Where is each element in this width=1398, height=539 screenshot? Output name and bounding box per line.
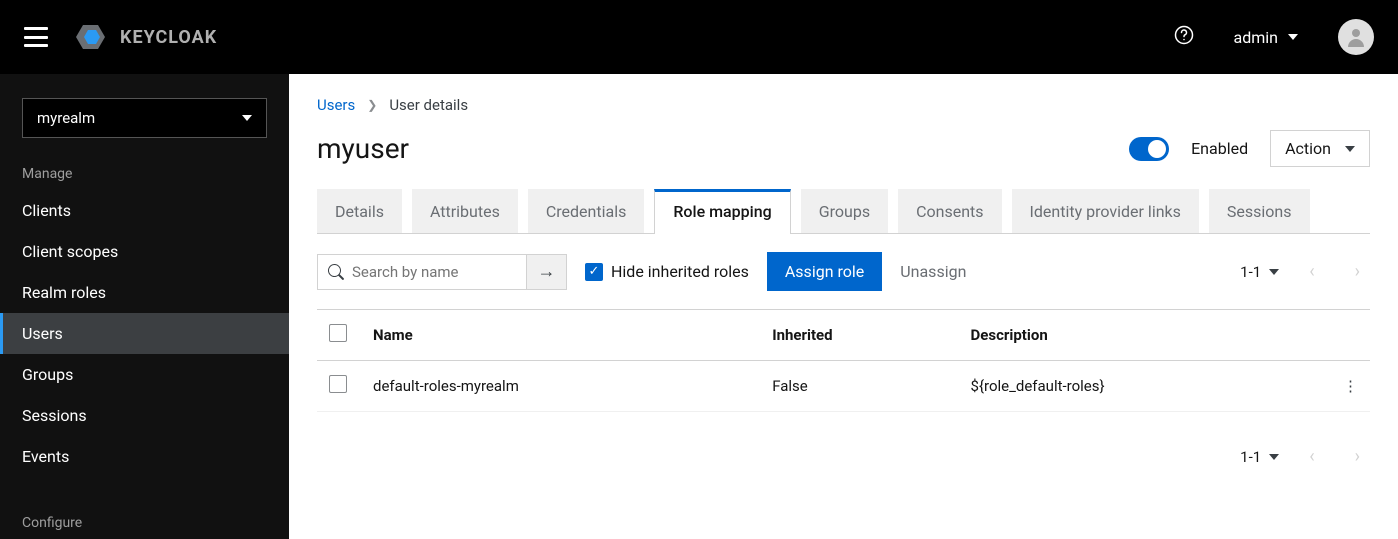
- breadcrumb-link-users[interactable]: Users: [317, 96, 355, 114]
- hamburger-menu-icon[interactable]: [24, 27, 48, 47]
- toolbar-right: 1-1 ‹ ›: [1240, 257, 1370, 286]
- checkbox-icon: ✓: [585, 263, 603, 281]
- column-description: Description: [959, 310, 1330, 361]
- breadcrumb-current: User details: [389, 96, 468, 114]
- header-right: admin: [1174, 19, 1374, 55]
- realm-selector[interactable]: myrealm: [22, 98, 267, 138]
- pager-prev-button[interactable]: ‹: [1299, 442, 1324, 471]
- cell-inherited: False: [760, 361, 958, 412]
- page-range-label: 1-1: [1240, 448, 1261, 466]
- sidebar-item-clients[interactable]: Clients: [0, 190, 289, 231]
- tab-groups[interactable]: Groups: [801, 189, 888, 233]
- sidebar-item-realm-roles[interactable]: Realm roles: [0, 272, 289, 313]
- tab-credentials[interactable]: Credentials: [528, 189, 645, 233]
- username-label: admin: [1234, 28, 1278, 47]
- cell-name: default-roles-myrealm: [361, 361, 760, 412]
- pager-prev-button[interactable]: ‹: [1299, 257, 1324, 286]
- tabs: Details Attributes Credentials Role mapp…: [317, 189, 1370, 234]
- sidebar: myrealm Manage Clients Client scopes Rea…: [0, 74, 289, 539]
- column-name: Name: [361, 310, 760, 361]
- row-actions-kebab-icon[interactable]: ⋮: [1330, 361, 1370, 412]
- action-dropdown[interactable]: Action: [1270, 130, 1370, 167]
- action-label: Action: [1285, 139, 1331, 158]
- sidebar-item-groups[interactable]: Groups: [0, 354, 289, 395]
- keycloak-logo-icon: [76, 23, 112, 51]
- hide-inherited-label: Hide inherited roles: [611, 262, 749, 281]
- app-header: KEYCLOAK admin: [0, 0, 1398, 74]
- sidebar-item-sessions[interactable]: Sessions: [0, 395, 289, 436]
- realm-name: myrealm: [37, 109, 95, 127]
- avatar[interactable]: [1338, 19, 1374, 55]
- main-content: Users ❯ User details myuser Enabled Acti…: [289, 74, 1398, 539]
- user-menu[interactable]: admin: [1234, 28, 1298, 47]
- enabled-label: Enabled: [1191, 139, 1248, 158]
- page-title: myuser: [317, 132, 409, 165]
- toolbar: → ✓ Hide inherited roles Assign role Una…: [317, 234, 1370, 310]
- brand-text: KEYCLOAK: [120, 27, 217, 48]
- arrow-right-icon: →: [538, 261, 556, 282]
- caret-down-icon: [1269, 269, 1279, 275]
- column-inherited: Inherited: [760, 310, 958, 361]
- caret-down-icon: [242, 115, 252, 121]
- row-checkbox[interactable]: [329, 375, 347, 393]
- tab-sessions[interactable]: Sessions: [1209, 189, 1310, 233]
- section-heading-configure: Configure: [0, 505, 289, 539]
- sidebar-item-client-scopes[interactable]: Client scopes: [0, 231, 289, 272]
- cell-description: ${role_default-roles}: [959, 361, 1330, 412]
- enabled-toggle[interactable]: [1129, 137, 1169, 161]
- hide-inherited-checkbox[interactable]: ✓ Hide inherited roles: [585, 262, 749, 281]
- brand-logo[interactable]: KEYCLOAK: [76, 23, 217, 51]
- page-range[interactable]: 1-1: [1240, 448, 1279, 466]
- title-controls: Enabled Action: [1129, 130, 1370, 167]
- search-input[interactable]: [317, 254, 527, 290]
- tab-identity-provider-links[interactable]: Identity provider links: [1012, 189, 1199, 233]
- assign-role-button[interactable]: Assign role: [767, 252, 882, 291]
- tab-attributes[interactable]: Attributes: [412, 189, 518, 233]
- help-icon[interactable]: [1174, 25, 1194, 50]
- tab-details[interactable]: Details: [317, 189, 402, 233]
- unassign-button[interactable]: Unassign: [900, 262, 966, 281]
- footer-pagination: 1-1 ‹ ›: [317, 412, 1370, 491]
- caret-down-icon: [1288, 34, 1298, 40]
- sidebar-item-users[interactable]: Users: [0, 313, 289, 354]
- roles-table: Name Inherited Description default-roles…: [317, 310, 1370, 412]
- caret-down-icon: [1345, 146, 1355, 152]
- header-left: KEYCLOAK: [24, 23, 217, 51]
- pager-next-button[interactable]: ›: [1345, 442, 1370, 471]
- tab-role-mapping[interactable]: Role mapping: [654, 189, 790, 234]
- search-submit-button[interactable]: →: [527, 254, 567, 290]
- page-range[interactable]: 1-1: [1240, 263, 1279, 281]
- search-box: →: [317, 254, 567, 290]
- pager-next-button[interactable]: ›: [1345, 257, 1370, 286]
- table-row: default-roles-myrealm False ${role_defau…: [317, 361, 1370, 412]
- breadcrumb: Users ❯ User details: [317, 96, 1370, 114]
- tab-consents[interactable]: Consents: [898, 189, 1001, 233]
- caret-down-icon: [1269, 454, 1279, 460]
- title-row: myuser Enabled Action: [317, 130, 1370, 167]
- section-heading-manage: Manage: [0, 156, 289, 190]
- chevron-right-icon: ❯: [367, 98, 377, 112]
- toolbar-left: → ✓ Hide inherited roles Assign role Una…: [317, 252, 966, 291]
- select-all-checkbox[interactable]: [329, 324, 347, 342]
- page-range-label: 1-1: [1240, 263, 1261, 281]
- sidebar-item-events[interactable]: Events: [0, 436, 289, 477]
